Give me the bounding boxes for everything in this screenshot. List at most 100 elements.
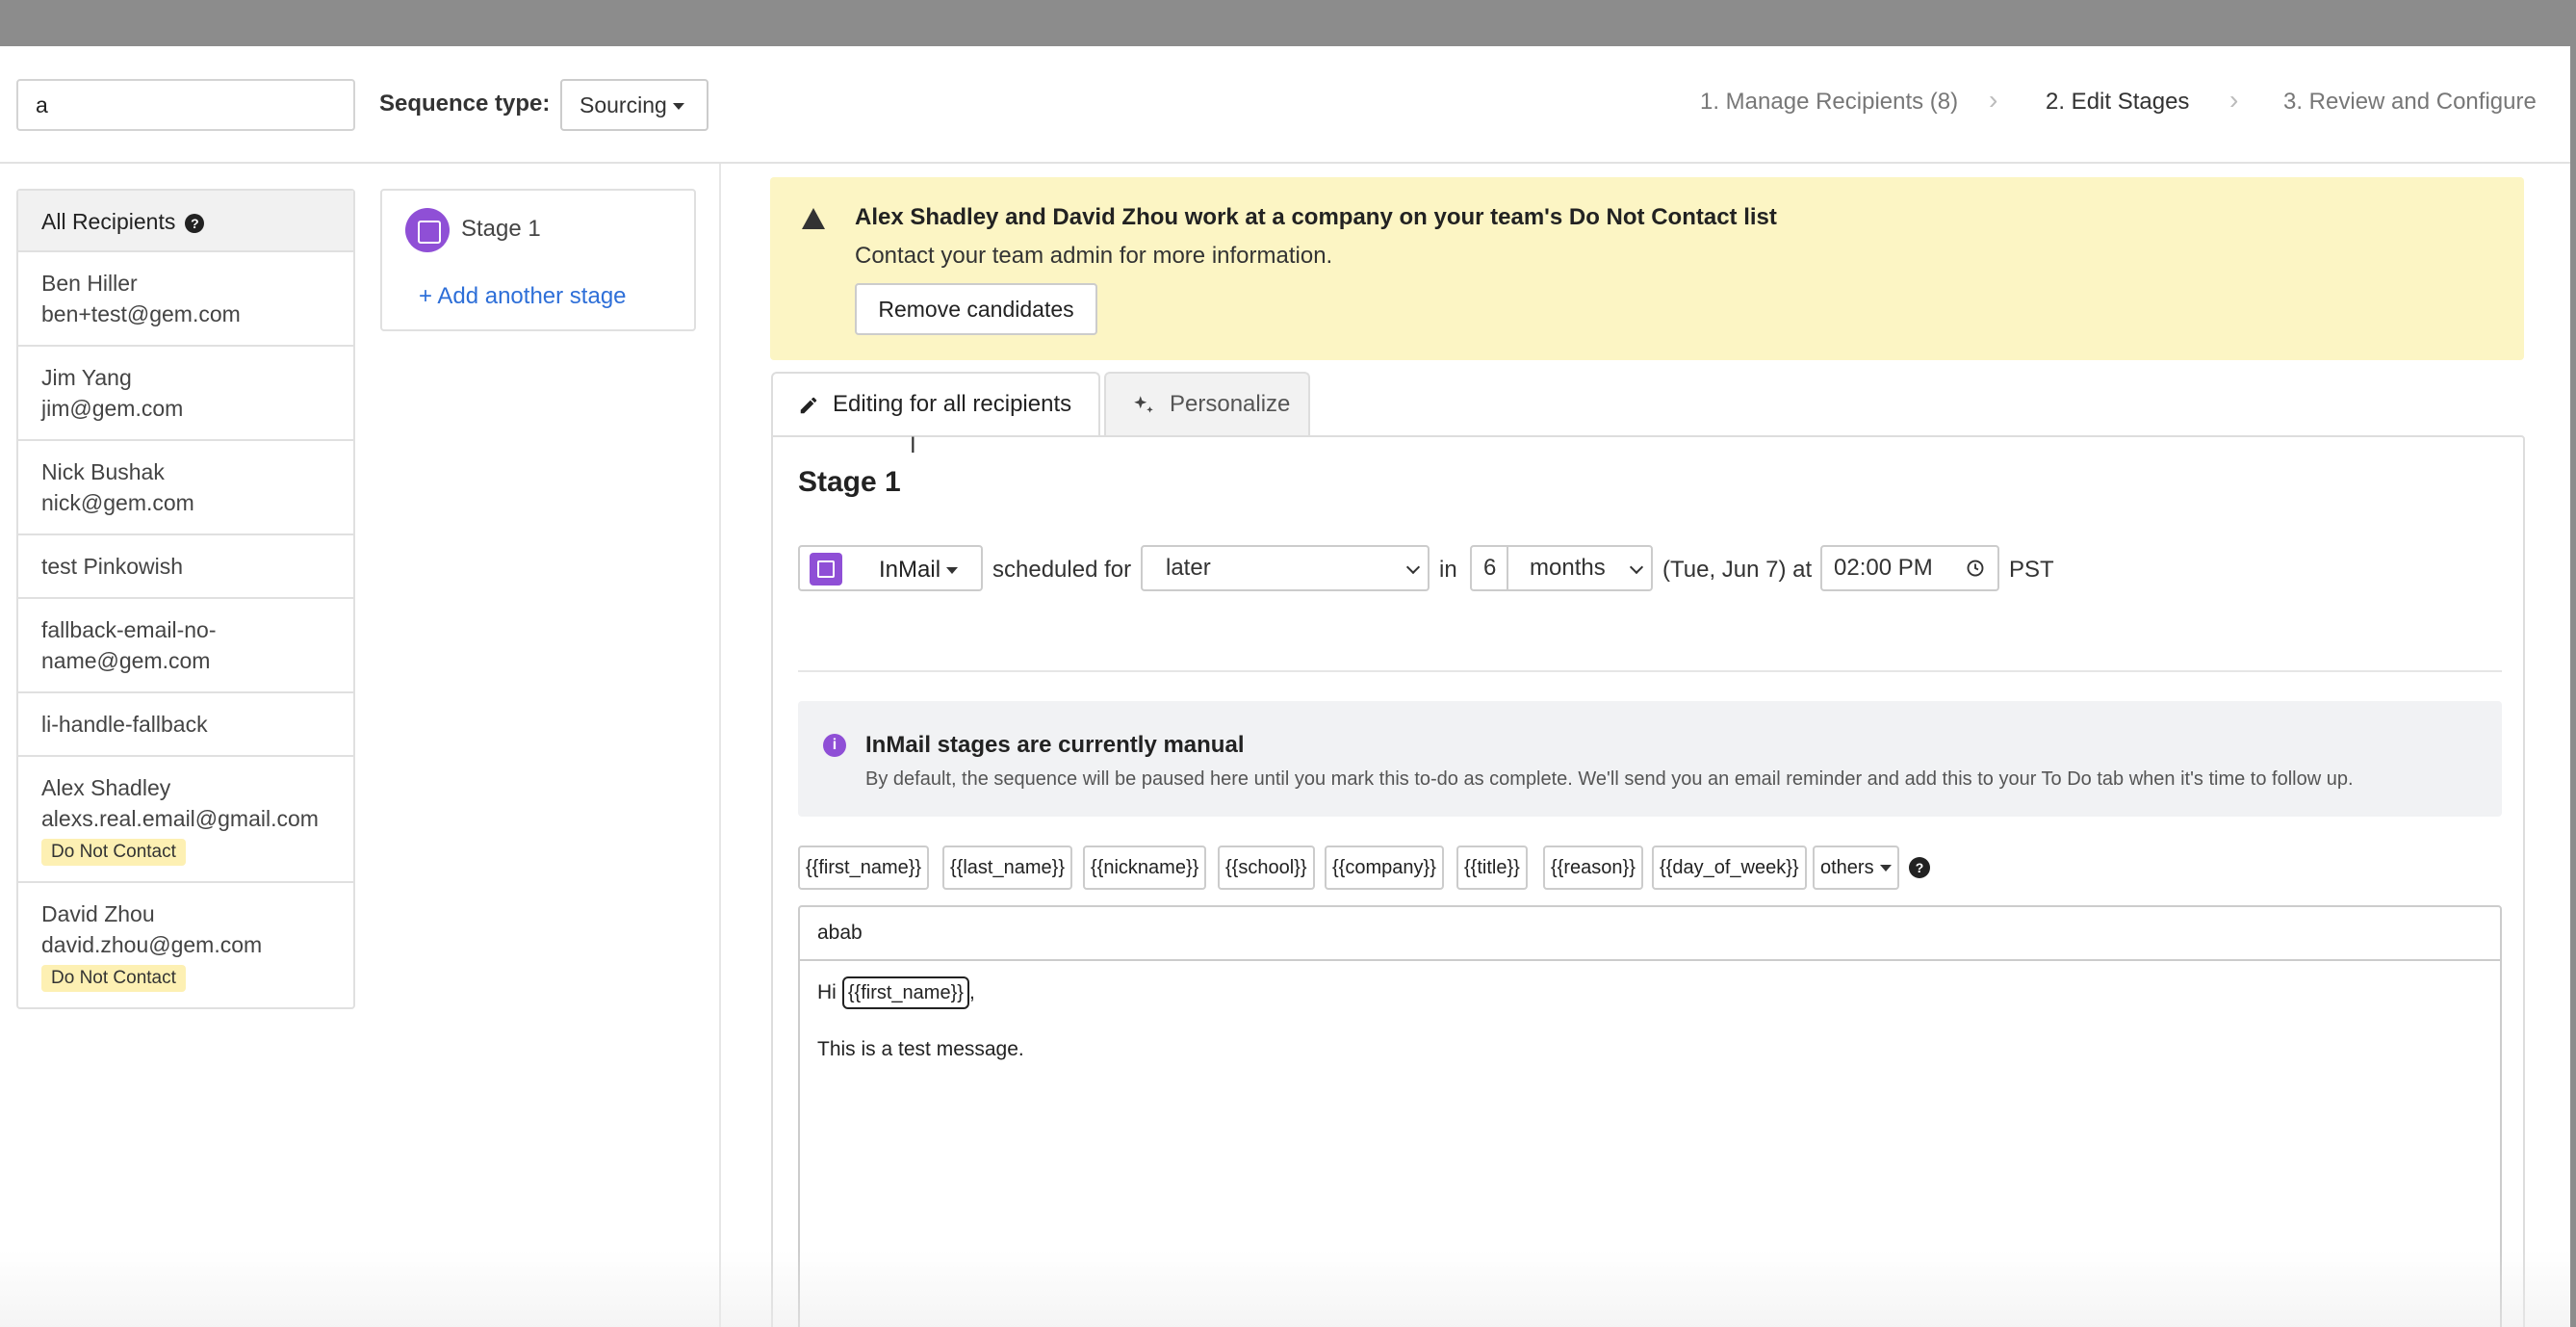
recipient-item[interactable]: test Pinkowish [18, 535, 353, 599]
chevron-right-icon: › [2229, 85, 2239, 115]
sequence-modal: a Sequence type: Sourcing 1. Manage Reci… [0, 46, 2570, 1327]
stage-editor-panel: Stage 1 InMail scheduled for later in 6 … [771, 435, 2525, 1327]
greeting-text: Hi [817, 981, 837, 1003]
token-company[interactable]: {{company}} [1325, 846, 1444, 890]
subject-field[interactable]: abab [800, 907, 2500, 961]
inline-token-first-name[interactable]: {{first_name}} [841, 976, 969, 1009]
recipient-email: nick@gem.com [41, 490, 194, 515]
delay-unit-value: months [1530, 555, 1606, 581]
tab-personalize[interactable]: Personalize [1104, 372, 1310, 435]
tab-editing-label: Editing for all recipients [833, 391, 1072, 417]
recipient-item[interactable]: David Zhou david.zhou@gem.com Do Not Con… [18, 883, 353, 1007]
message-editor[interactable]: abab Hi {{first_name}}, This is a test me… [798, 905, 2502, 1327]
delay-unit-select[interactable]: months [1507, 545, 1653, 591]
recipient-name: fallback-email-no- [41, 617, 217, 642]
stage-title: Stage 1 [798, 466, 901, 498]
recipient-email: name@gem.com [41, 648, 211, 673]
tab-editing-all[interactable]: Editing for all recipients [771, 372, 1100, 437]
remove-candidates-button[interactable]: Remove candidates [855, 283, 1097, 335]
stage-type-label: InMail [879, 557, 959, 584]
add-stage-link[interactable]: + Add another stage [419, 283, 627, 310]
step-review-configure[interactable]: 3. Review and Configure [2283, 89, 2537, 116]
recipient-name: David Zhou [41, 901, 155, 926]
warning-icon [802, 208, 825, 229]
info-icon: i [823, 734, 846, 757]
greeting-comma: , [968, 981, 975, 1003]
caret-down-icon [1879, 865, 1892, 872]
alert-subtitle: Contact your team admin for more informa… [855, 243, 1333, 269]
timing-select[interactable]: later [1141, 545, 1430, 591]
sparkle-icon [1134, 395, 1153, 413]
clock-icon [1967, 559, 1984, 577]
info-body: By default, the sequence will be paused … [865, 768, 2354, 790]
in-label: in [1439, 557, 1457, 583]
recipient-name: Ben Hiller [41, 271, 138, 296]
scheduled-date-text: (Tue, Jun 7) at [1662, 557, 1813, 583]
section-divider [798, 670, 2502, 672]
token-reason[interactable]: {{reason}} [1543, 846, 1643, 890]
timezone-label: PST [2009, 557, 2054, 583]
delay-amount-input[interactable]: 6 [1470, 545, 1508, 591]
inmail-icon [810, 553, 842, 585]
recipient-name: li-handle-fallback [41, 712, 208, 737]
time-input[interactable]: 02:00 PM [1820, 545, 1999, 591]
header-bar: a Sequence type: Sourcing 1. Manage Reci… [0, 46, 2570, 164]
step-edit-stages[interactable]: 2. Edit Stages [2046, 89, 2189, 116]
help-icon[interactable]: ? [1909, 857, 1930, 878]
recipient-email: ben+test@gem.com [41, 301, 241, 326]
sequence-type-label: Sequence type: [379, 91, 551, 117]
recipient-email: david.zhou@gem.com [41, 932, 263, 957]
recipient-email: alexs.real.email@gmail.com [41, 806, 319, 831]
alert-title: Alex Shadley and David Zhou work at a co… [855, 204, 1777, 230]
recipient-item[interactable]: Ben Hiller ben+test@gem.com [18, 252, 353, 347]
column-divider [719, 164, 721, 1327]
token-nickname[interactable]: {{nickname}} [1083, 846, 1207, 890]
do-not-contact-alert: Alex Shadley and David Zhou work at a co… [770, 177, 2524, 360]
recipient-item[interactable]: Jim Yang jim@gem.com [18, 347, 353, 441]
help-icon[interactable]: ? [185, 213, 205, 233]
stage-type-dropdown[interactable]: InMail [798, 545, 983, 591]
timing-value: later [1166, 555, 1211, 581]
chevron-down-icon [1405, 559, 1421, 575]
token-title[interactable]: {{title}} [1456, 846, 1528, 890]
token-first-name[interactable]: {{first_name}} [798, 846, 930, 890]
recipient-email: jim@gem.com [41, 396, 184, 421]
pencil-icon [800, 397, 817, 413]
scheduled-for-label: scheduled for [992, 557, 1132, 583]
recipient-item[interactable]: Nick Bushak nick@gem.com [18, 441, 353, 535]
recipients-list: All Recipients? Ben Hiller ben+test@gem.… [16, 189, 355, 1009]
search-input[interactable]: a [16, 79, 355, 131]
do-not-contact-badge: Do Not Contact [41, 839, 186, 866]
tab-personalize-label: Personalize [1170, 391, 1291, 417]
sequence-type-dropdown[interactable]: Sourcing [560, 79, 708, 131]
time-value: 02:00 PM [1834, 555, 1933, 581]
token-last-name[interactable]: {{last_name}} [942, 846, 1072, 890]
inmail-icon [405, 208, 450, 252]
step-manage-recipients[interactable]: 1. Manage Recipients (8) [1700, 89, 1958, 116]
all-recipients-label: All Recipients [41, 209, 176, 234]
recipient-name: test Pinkowish [41, 554, 184, 579]
caret-down-icon [672, 103, 684, 111]
recipient-name: Alex Shadley [41, 775, 171, 800]
chevron-right-icon: › [1989, 85, 1998, 115]
stage-item-1[interactable]: Stage 1 [461, 216, 541, 243]
recipient-item[interactable]: li-handle-fallback [18, 693, 353, 757]
body-line-message[interactable]: This is a test message. [817, 1038, 1024, 1061]
others-tokens-dropdown[interactable]: others [1813, 846, 1899, 890]
recipient-item[interactable]: fallback-email-no- name@gem.com [18, 599, 353, 693]
inmail-manual-info: i InMail stages are currently manual By … [798, 701, 2502, 817]
recipient-item[interactable]: Alex Shadley alexs.real.email@gmail.com … [18, 757, 353, 883]
token-day-of-week[interactable]: {{day_of_week}} [1652, 846, 1807, 890]
info-title: InMail stages are currently manual [865, 732, 1245, 758]
recipient-name: Jim Yang [41, 365, 132, 390]
chevron-down-icon [1629, 559, 1644, 575]
body-line-greeting[interactable]: Hi {{first_name}}, [817, 976, 975, 1009]
all-recipients-item[interactable]: All Recipients? [18, 191, 353, 252]
stages-list: Stage 1 + Add another stage [380, 189, 696, 331]
do-not-contact-badge: Do Not Contact [41, 965, 186, 992]
text-cursor-icon: I [910, 432, 916, 458]
caret-down-icon [946, 567, 959, 575]
sequence-type-value: Sourcing [580, 92, 667, 117]
recipient-name: Nick Bushak [41, 459, 165, 484]
token-school[interactable]: {{school}} [1218, 846, 1315, 890]
